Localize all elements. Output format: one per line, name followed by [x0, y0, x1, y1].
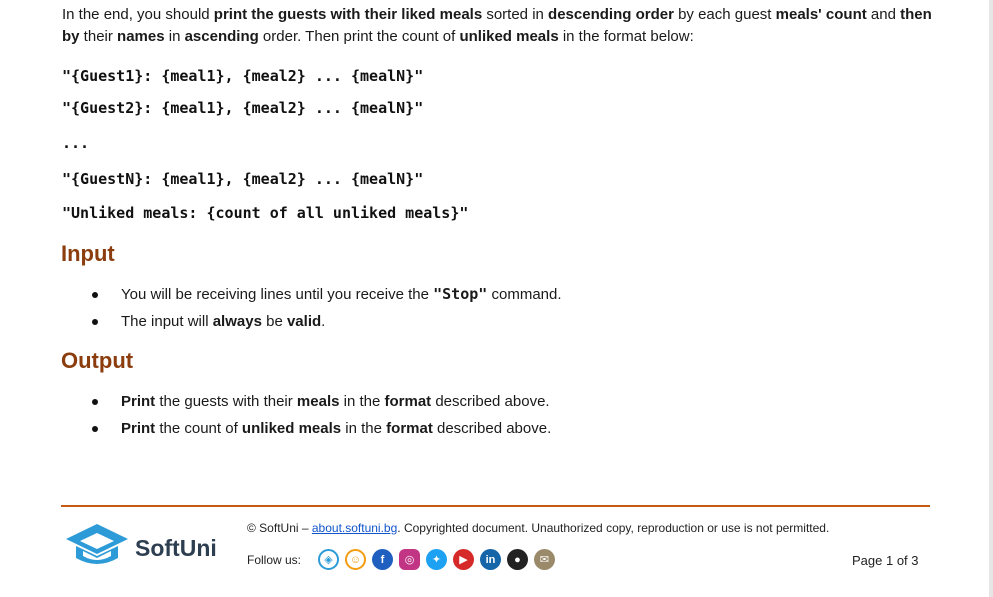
intro-text: by each guest	[673, 6, 776, 23]
list-item: Print the guests with their meals in the…	[62, 388, 551, 415]
list-text: You will be receiving lines until you re…	[121, 286, 434, 303]
copyright-text: © SoftUni –	[247, 521, 312, 535]
youtube-icon[interactable]: ▶	[453, 549, 474, 570]
intro-text: in the format below:	[558, 28, 694, 45]
input-heading: Input	[61, 241, 115, 266]
intro-bold: ascending	[184, 28, 259, 45]
list-bold: always	[212, 313, 262, 330]
softuni-kids-icon[interactable]: ☺	[345, 549, 366, 570]
copyright-text: . Copyrighted document. Unauthorized cop…	[397, 521, 830, 535]
list-bold: Print	[121, 420, 156, 437]
list-text: in the	[339, 393, 385, 410]
list-text: in the	[341, 420, 387, 437]
list-text: be	[261, 313, 287, 330]
page-edge	[989, 0, 993, 597]
list-text: command.	[487, 286, 562, 303]
instagram-icon[interactable]: ◎	[399, 549, 420, 570]
output-heading: Output	[61, 348, 134, 373]
intro-text: in	[164, 28, 185, 45]
input-list: You will be receiving lines until you re…	[62, 281, 562, 335]
intro-bold: unliked meals	[459, 28, 559, 45]
list-text: the guests with their	[155, 393, 297, 410]
stop-command-code: "Stop"	[433, 285, 488, 303]
code-line-guest1: "{Guest1}: {meal1}, {meal2} ... {mealN}"	[62, 67, 424, 85]
footer-rule	[61, 505, 930, 507]
intro-text: order. Then print the count of	[258, 28, 460, 45]
document-page: In the end, you should print the guests …	[0, 0, 993, 597]
list-item: Print the count of unliked meals in the …	[62, 415, 551, 442]
code-line-guest2: "{Guest2}: {meal1}, {meal2} ... {mealN}"	[62, 99, 424, 117]
list-text: described above.	[432, 420, 552, 437]
list-text: The input will	[121, 313, 213, 330]
intro-paragraph: In the end, you should print the guests …	[62, 4, 942, 48]
intro-bold: names	[117, 28, 165, 45]
list-bold: Print	[121, 393, 156, 410]
list-bold: unliked meals	[241, 420, 342, 437]
code-line-guestn: "{GuestN}: {meal1}, {meal2} ... {mealN}"	[62, 170, 424, 188]
softuni-icon[interactable]: ◈	[318, 549, 339, 570]
facebook-icon[interactable]: f	[372, 549, 393, 570]
list-bold: format	[384, 393, 432, 410]
list-text: the count of	[155, 420, 242, 437]
github-icon[interactable]: ●	[507, 549, 528, 570]
list-text: .	[321, 313, 326, 330]
list-item: You will be receiving lines until you re…	[62, 281, 562, 308]
list-bold: meals	[296, 393, 340, 410]
copyright-notice: © SoftUni – about.softuni.bg. Copyrighte…	[247, 521, 829, 535]
linkedin-icon[interactable]: in	[480, 549, 501, 570]
intro-text: sorted in	[482, 6, 549, 23]
social-icons: ◈ ☺ f ◎ ✦ ▶ in ● ✉	[318, 549, 555, 571]
about-softuni-link[interactable]: about.softuni.bg	[312, 521, 397, 535]
code-line-unliked: "Unliked meals: {count of all unliked me…	[62, 204, 469, 222]
intro-text: and	[866, 6, 901, 23]
output-list: Print the guests with their meals in the…	[62, 388, 551, 442]
code-line-ellipsis: ...	[62, 134, 90, 152]
email-icon[interactable]: ✉	[534, 549, 555, 570]
intro-bold: descending order	[548, 6, 674, 23]
list-text: described above.	[431, 393, 550, 410]
intro-text: their	[79, 28, 118, 45]
list-bold: format	[386, 420, 433, 437]
follow-label: Follow us:	[247, 553, 302, 567]
twitter-icon[interactable]: ✦	[426, 549, 447, 570]
list-bold: valid	[286, 313, 322, 330]
list-item: The input will always be valid.	[62, 308, 562, 335]
page-number: Page 1 of 3	[852, 553, 919, 568]
intro-text: In the end, you should	[62, 6, 214, 23]
intro-bold: meals' count	[775, 6, 867, 23]
logo-text: SoftUni	[135, 535, 217, 561]
intro-bold: print the guests with their liked meals	[213, 6, 483, 23]
